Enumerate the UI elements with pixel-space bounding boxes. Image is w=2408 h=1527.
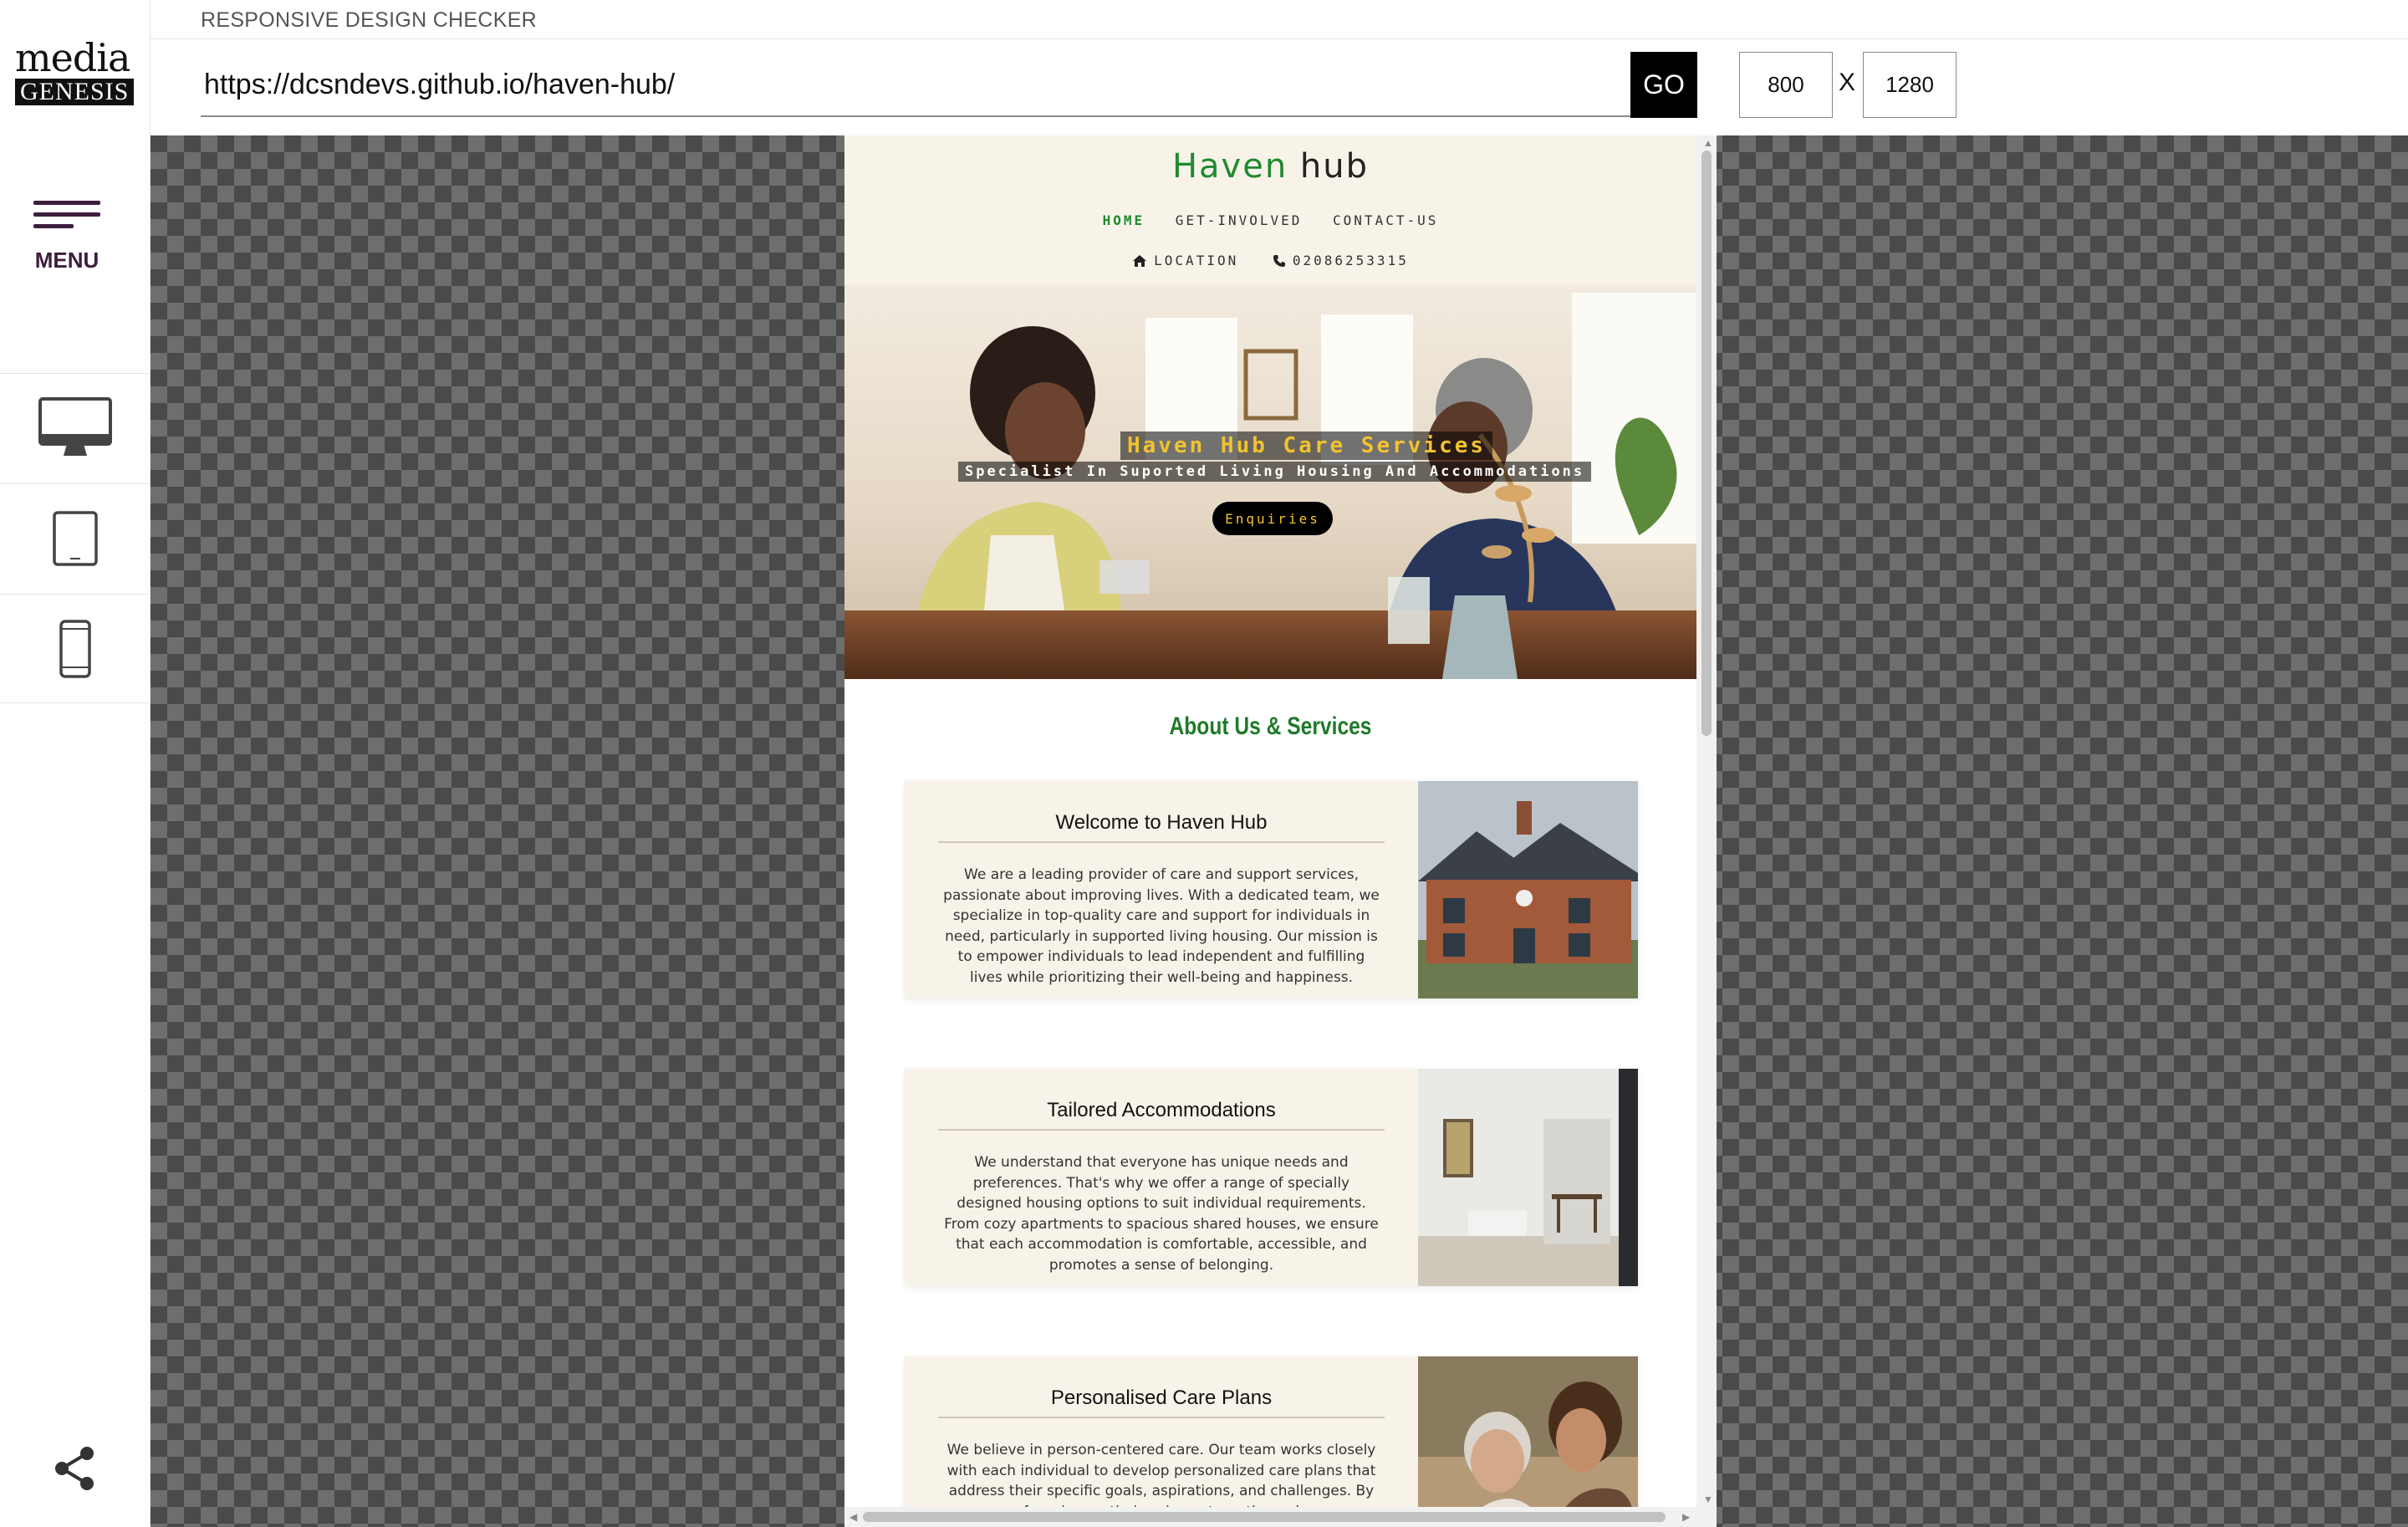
dimension-separator: X bbox=[1839, 69, 1856, 96]
card-text: Welcome to Haven Hub We are a leading pr… bbox=[905, 781, 1418, 998]
header-divider bbox=[150, 38, 2408, 39]
logo-text-genesis: GENESIS bbox=[15, 79, 135, 105]
brand-haven: Haven bbox=[1171, 147, 1288, 186]
site-header: Haven hub HOME GET-INVOLVED CONTACT-US L… bbox=[844, 135, 1696, 284]
card-title: Tailored Accommodations bbox=[938, 1099, 1385, 1131]
mobile-icon bbox=[59, 619, 91, 678]
desktop-view-button[interactable] bbox=[0, 373, 150, 483]
card-text: Personalised Care Plans We believe in pe… bbox=[905, 1356, 1418, 1507]
sidebar: media GENESIS MENU bbox=[0, 0, 150, 1527]
enquiries-button[interactable]: Enquiries bbox=[1212, 502, 1333, 535]
phone-icon bbox=[1273, 254, 1285, 267]
menu-button[interactable]: MENU bbox=[25, 194, 109, 278]
device-preview-frame[interactable]: Haven hub HOME GET-INVOLVED CONTACT-US L… bbox=[844, 135, 1717, 1527]
nav-home[interactable]: HOME bbox=[1103, 212, 1145, 228]
card-body: We are a leading provider of care and su… bbox=[943, 866, 1380, 986]
site-nav: HOME GET-INVOLVED CONTACT-US bbox=[844, 212, 1696, 228]
hero-section: Haven Hub Care Services Specialist In Su… bbox=[844, 284, 1696, 679]
scroll-left-arrow[interactable]: ◀ bbox=[849, 1511, 857, 1523]
tablet-icon bbox=[53, 511, 98, 566]
card-body: We believe in person-centered care. Our … bbox=[946, 1442, 1376, 1507]
url-input[interactable] bbox=[201, 54, 1632, 117]
menu-icon bbox=[33, 201, 100, 205]
media-genesis-logo[interactable]: media GENESIS bbox=[15, 35, 135, 105]
height-input[interactable] bbox=[1863, 52, 1956, 118]
desktop-icon bbox=[38, 397, 112, 456]
location-link[interactable]: LOCATION bbox=[1132, 253, 1238, 268]
service-card-accommodations: Tailored Accommodations We understand th… bbox=[905, 1069, 1638, 1286]
scroll-up-arrow[interactable]: ▲ bbox=[1703, 137, 1713, 149]
website-preview: Haven hub HOME GET-INVOLVED CONTACT-US L… bbox=[844, 135, 1696, 1507]
phone-link[interactable]: 02086253315 bbox=[1273, 253, 1409, 268]
care-image bbox=[1418, 1356, 1638, 1507]
menu-label: MENU bbox=[34, 248, 99, 273]
card-title: Personalised Care Plans bbox=[938, 1387, 1385, 1418]
apartment-image bbox=[1418, 1069, 1638, 1286]
home-icon bbox=[1133, 254, 1147, 267]
card-body: We understand that everyone has unique n… bbox=[944, 1154, 1379, 1274]
card-title: Welcome to Haven Hub bbox=[938, 811, 1385, 843]
tablet-view-button[interactable] bbox=[0, 483, 150, 593]
app-title: RESPONSIVE DESIGN CHECKER bbox=[201, 8, 538, 32]
service-card-care-plans: Personalised Care Plans We believe in pe… bbox=[905, 1356, 1638, 1507]
horizontal-scroll-thumb[interactable] bbox=[863, 1512, 1666, 1522]
hero-photo bbox=[844, 284, 1696, 679]
share-button[interactable] bbox=[50, 1443, 100, 1494]
house-image bbox=[1418, 781, 1638, 998]
nav-get-involved[interactable]: GET-INVOLVED bbox=[1176, 212, 1303, 228]
scroll-right-arrow[interactable]: ▶ bbox=[1682, 1511, 1690, 1523]
hero-title: Haven Hub Care Services bbox=[1120, 432, 1493, 460]
share-icon bbox=[55, 1447, 94, 1490]
hero-subtitle: Specialist In Suported Living Housing An… bbox=[958, 462, 1592, 482]
width-input[interactable] bbox=[1739, 52, 1833, 118]
vertical-scroll-thumb[interactable] bbox=[1701, 151, 1712, 736]
location-label: LOCATION bbox=[1154, 253, 1239, 268]
nav-contact-us[interactable]: CONTACT-US bbox=[1333, 212, 1438, 228]
site-brand[interactable]: Haven hub bbox=[844, 147, 1696, 186]
go-button[interactable]: GO bbox=[1630, 52, 1697, 118]
scroll-down-arrow[interactable]: ▼ bbox=[1703, 1494, 1713, 1505]
site-contact-bar: LOCATION 02086253315 bbox=[844, 253, 1696, 271]
service-card-welcome: Welcome to Haven Hub We are a leading pr… bbox=[905, 781, 1638, 998]
mobile-view-button[interactable] bbox=[0, 594, 150, 703]
section-title: About Us & Services bbox=[1169, 712, 1372, 740]
phone-number: 02086253315 bbox=[1292, 253, 1409, 268]
card-text: Tailored Accommodations We understand th… bbox=[905, 1069, 1418, 1286]
brand-hub: hub bbox=[1299, 147, 1370, 186]
logo-text-media: media bbox=[15, 35, 130, 80]
